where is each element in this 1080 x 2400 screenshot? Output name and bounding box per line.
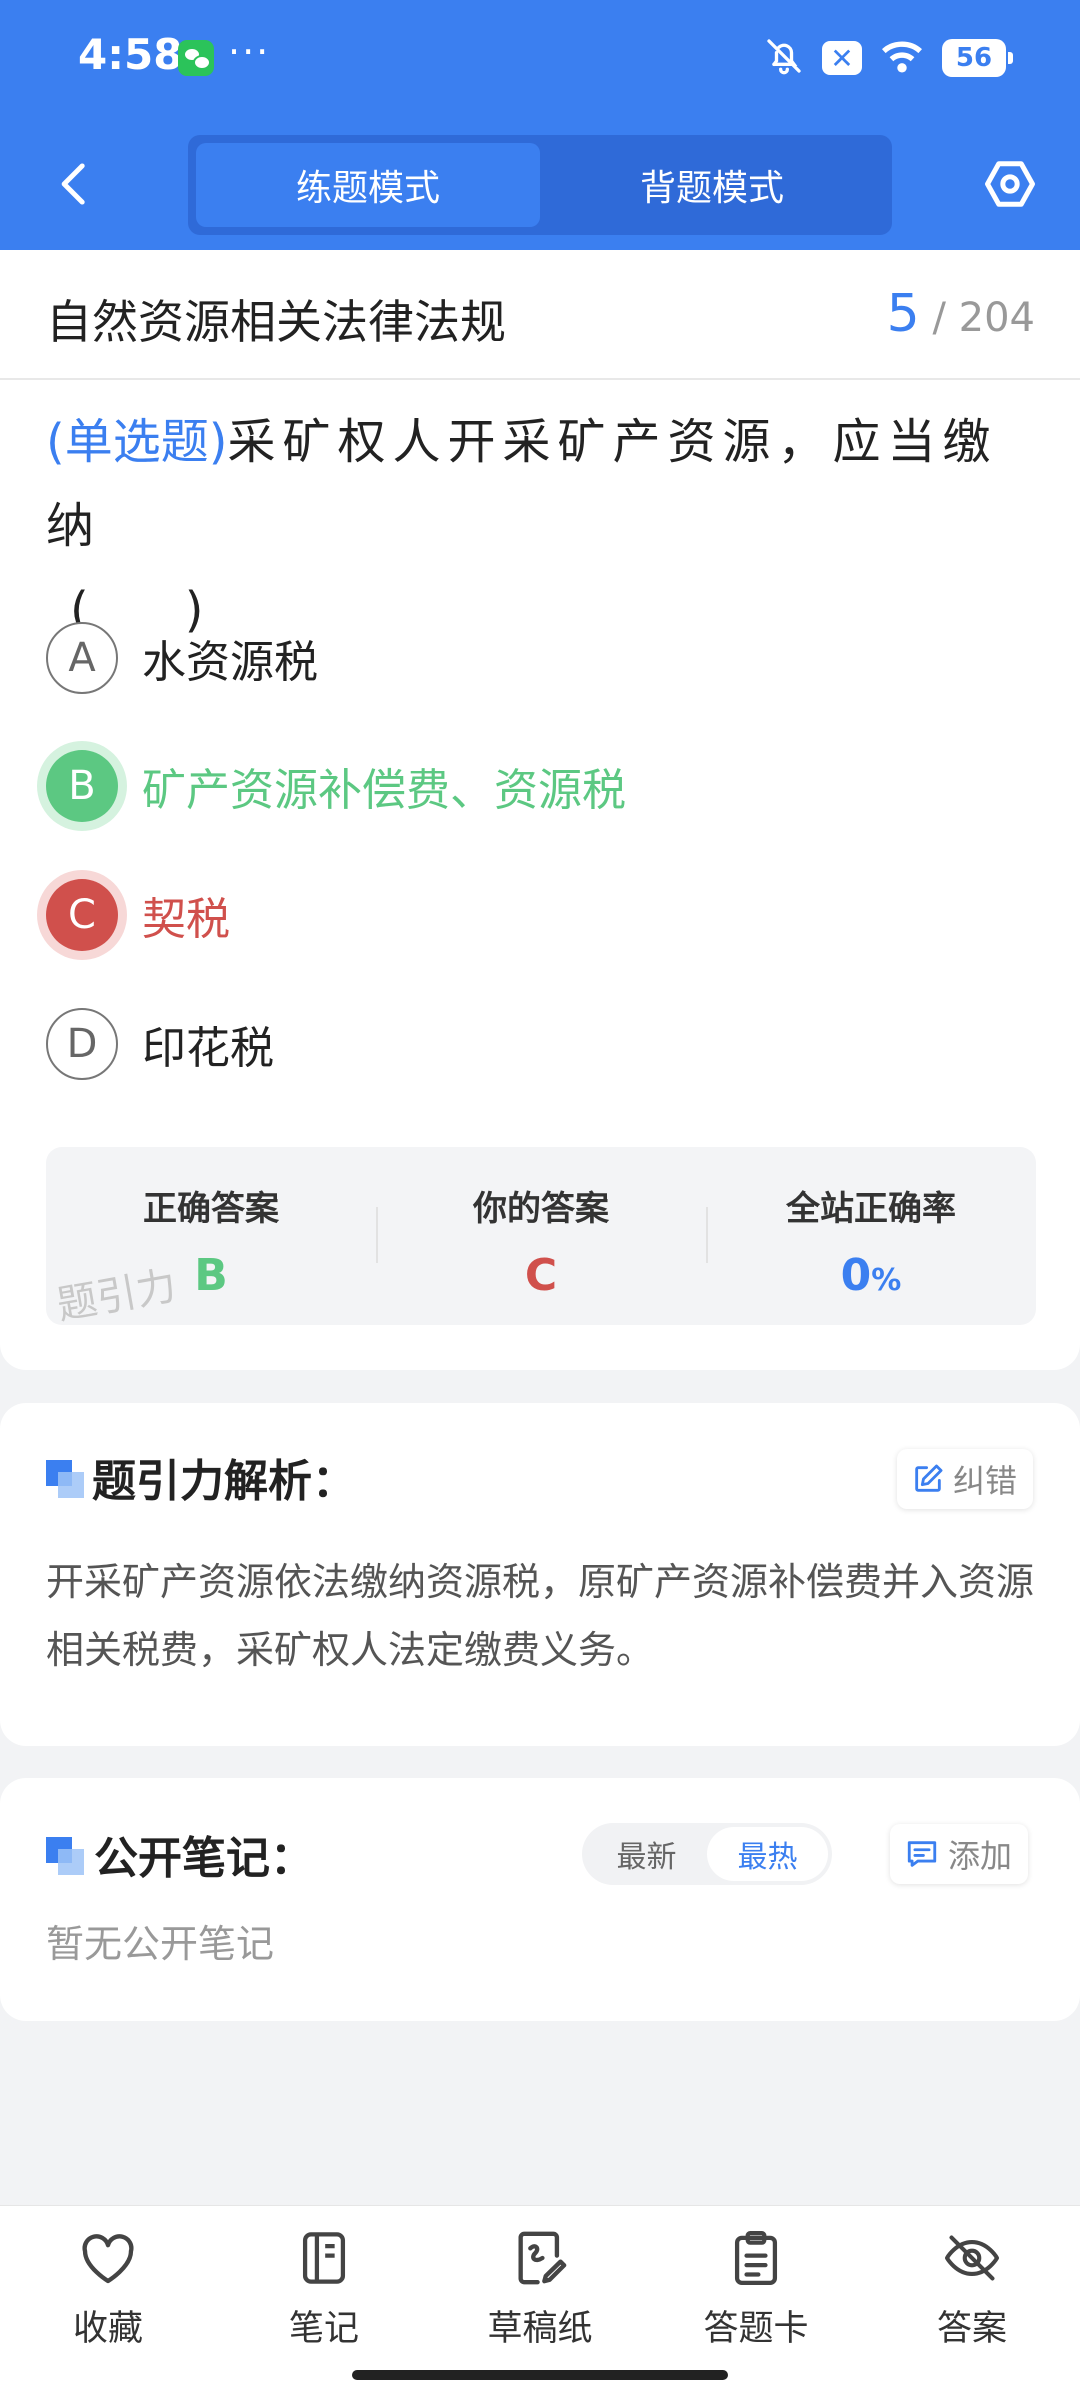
- question-stem: (单选题)采矿权人开采矿产资源，应当缴纳( ): [46, 400, 1046, 652]
- divider: [0, 378, 1080, 380]
- notes-title: 公开笔记：: [94, 1833, 314, 1884]
- draft-paper-icon: [510, 2228, 570, 2288]
- sort-hottest[interactable]: 最热: [707, 1827, 828, 1881]
- option-text: 水资源税: [142, 637, 318, 688]
- sort-latest[interactable]: 最新: [586, 1827, 707, 1881]
- option-letter: D: [46, 1008, 118, 1080]
- your-answer-label: 你的答案: [473, 1189, 609, 1229]
- wifi-icon: [880, 36, 924, 80]
- report-error-button[interactable]: 纠错: [897, 1449, 1034, 1509]
- heart-icon: [78, 2228, 138, 2288]
- nav-bar: 练题模式 背题模式: [0, 130, 1080, 240]
- your-answer-stat: 你的答案 C: [376, 1147, 706, 1325]
- show-answer-button[interactable]: 答案: [864, 2206, 1080, 2400]
- show-answer-label: 答案: [936, 2309, 1007, 2349]
- add-note-label: 添加: [948, 1837, 1013, 1875]
- status-time: 4:58: [78, 30, 183, 79]
- favorite-label: 收藏: [72, 2309, 143, 2349]
- chapter-title: 自然资源相关法律法规: [46, 295, 506, 349]
- favorite-button[interactable]: 收藏: [0, 2206, 216, 2400]
- battery-indicator: 56: [942, 39, 1013, 77]
- notes-label: 笔记: [288, 2309, 359, 2349]
- app-header: 4:58 ··· ✕ 56 练题模式 背题模式: [0, 0, 1080, 250]
- option-text: 矿产资源补偿费、资源税: [142, 765, 626, 816]
- answer-sheet-label: 答题卡: [703, 2309, 809, 2349]
- total-questions: / 204: [932, 295, 1035, 341]
- option-d[interactable]: D 印花税: [46, 1006, 274, 1082]
- settings-button[interactable]: [976, 150, 1044, 218]
- chevron-left-icon: [61, 163, 85, 205]
- bell-off-icon: [764, 36, 804, 80]
- question-type: (单选题): [46, 414, 228, 470]
- analysis-text: 开采矿产资源依法缴纳资源税，原矿产资源补偿费并入资源相关税费，采矿权人法定缴费义…: [46, 1560, 1035, 1672]
- section-squares-icon: [46, 1460, 84, 1498]
- analysis-title: 题引力解析：: [92, 1456, 356, 1507]
- accuracy-value: 0%: [706, 1250, 1036, 1301]
- home-indicator[interactable]: [352, 2370, 728, 2380]
- add-note-button[interactable]: 添加: [890, 1824, 1029, 1884]
- option-c[interactable]: C 契税: [46, 877, 230, 953]
- section-squares-icon: [46, 1837, 84, 1875]
- your-answer-value: C: [524, 1250, 558, 1301]
- question-card: 自然资源相关法律法规 5 / 204 (单选题)采矿权人开采矿产资源，应当缴纳(…: [0, 250, 1080, 1370]
- option-text: 印花税: [142, 1023, 274, 1074]
- answer-sheet-icon: [726, 2228, 786, 2288]
- option-letter: A: [46, 622, 118, 694]
- edit-icon: [915, 1464, 943, 1492]
- tab-memorize-mode[interactable]: 背题模式: [540, 143, 884, 227]
- option-b[interactable]: B 矿产资源补偿费、资源税: [46, 748, 626, 824]
- option-letter: B: [46, 750, 118, 822]
- notes-sort-toggle: 最新 最热: [582, 1823, 832, 1885]
- answer-result-panel: 正确答案 B 你的答案 C 全站正确率 0%: [46, 1147, 1036, 1325]
- mode-switch: 练题模式 背题模式: [188, 135, 892, 235]
- status-icons: ✕ 56: [764, 36, 1013, 80]
- option-text: 契税: [142, 894, 230, 945]
- current-question-number: 5: [886, 284, 920, 344]
- report-error-label: 纠错: [953, 1462, 1018, 1500]
- more-notifications-indicator: ···: [228, 30, 271, 74]
- accuracy-stat: 全站正确率 0%: [706, 1147, 1036, 1325]
- correct-answer-label: 正确答案: [143, 1189, 279, 1229]
- settings-hexagon-icon: [985, 161, 1035, 207]
- tab-practice-mode[interactable]: 练题模式: [196, 143, 540, 227]
- draft-paper-label: 草稿纸: [487, 2309, 593, 2349]
- empty-notes-text: 暂无公开笔记: [46, 1922, 275, 1966]
- analysis-card: 题引力解析： 纠错 开采矿产资源依法缴纳资源税，原矿产资源补偿费并入资源相关税费…: [0, 1403, 1080, 1746]
- question-progress: 5 / 204: [887, 284, 1035, 344]
- option-a[interactable]: A 水资源税: [46, 620, 318, 696]
- accuracy-label: 全站正确率: [786, 1189, 956, 1229]
- option-letter: C: [46, 879, 118, 951]
- close-box-icon: ✕: [822, 41, 862, 75]
- comment-icon: [907, 1841, 937, 1867]
- accuracy-number: 0: [840, 1250, 872, 1301]
- status-bar: 4:58 ··· ✕ 56: [0, 0, 1080, 120]
- wechat-notification-icon: [178, 40, 214, 76]
- eye-off-icon: [942, 2228, 1002, 2288]
- public-notes-card: 公开笔记： 最新 最热 添加 暂无公开笔记: [0, 1778, 1080, 2021]
- back-button[interactable]: [44, 154, 104, 214]
- notebook-icon: [294, 2228, 354, 2288]
- accuracy-unit: %: [871, 1263, 902, 1298]
